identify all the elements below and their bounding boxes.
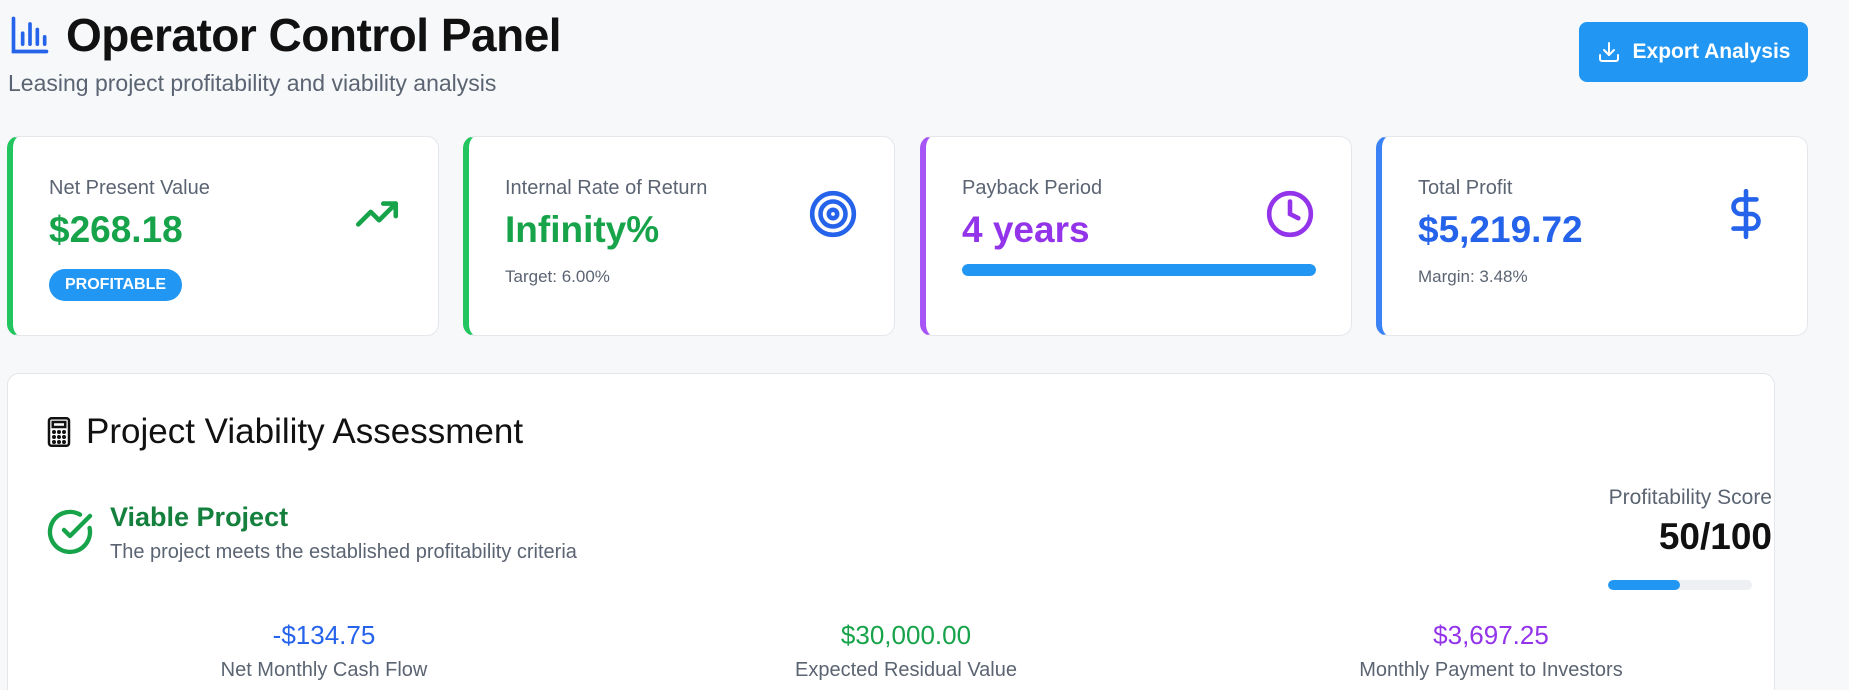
dollar-icon — [1731, 189, 1761, 239]
score-label: Profitability Score — [1608, 486, 1772, 509]
page-title: Operator Control Panel — [66, 9, 562, 61]
viability-assessment-panel: Project Viability Assessment Viable Proj… — [7, 373, 1775, 690]
score-progress-fill — [1608, 580, 1680, 590]
kpi-label: Payback Period — [962, 177, 1103, 199]
metric-label: Monthly Payment to Investors — [1359, 659, 1623, 681]
metric-net-monthly-cash-flow: -$134.75 Net Monthly Cash Flow — [124, 620, 524, 682]
score-progress-bar — [1608, 580, 1752, 590]
panel-title-row: Project Viability Assessment — [46, 412, 523, 452]
check-circle-icon — [47, 509, 93, 555]
metric-value: $3,697.25 — [1433, 620, 1549, 650]
kpi-value: $268.18 — [49, 209, 183, 250]
kpi-target: Target: 6.00% — [505, 267, 610, 286]
kpi-label: Total Profit — [1418, 177, 1513, 199]
profitability-score: Profitability Score 50/100 — [1512, 486, 1772, 590]
metric-label: Net Monthly Cash Flow — [220, 659, 428, 681]
status-title: Viable Project — [110, 502, 289, 532]
kpi-card-irr: Internal Rate of Return Infinity% Target… — [463, 136, 895, 336]
status-description: The project meets the established profit… — [110, 541, 577, 563]
viability-status: Viable Project The project meets the est… — [46, 502, 577, 564]
kpi-value: 4 years — [962, 209, 1090, 250]
status-badge: PROFITABLE — [49, 269, 183, 301]
clock-icon — [1266, 190, 1314, 238]
page-subtitle: Leasing project profitability and viabil… — [8, 70, 497, 96]
kpi-value: $5,219.72 — [1418, 209, 1583, 250]
kpi-value: Infinity% — [505, 209, 660, 250]
metric-value: -$134.75 — [272, 620, 376, 650]
calculator-icon — [47, 417, 71, 447]
page-header: Operator Control Panel Leasing project p… — [8, 0, 1808, 110]
kpi-card-npv: Net Present Value $268.18 PROFITABLE — [7, 136, 439, 336]
status-text: Viable Project The project meets the est… — [110, 502, 577, 564]
bar-chart-icon — [11, 16, 49, 54]
kpi-card-payback: Payback Period 4 years — [920, 136, 1352, 336]
kpi-label: Internal Rate of Return — [505, 177, 708, 199]
metric-expected-residual-value: $30,000.00 Expected Residual Value — [706, 620, 1106, 682]
kpi-label: Net Present Value — [49, 177, 210, 199]
download-icon — [1598, 42, 1619, 62]
score-value: 50/100 — [1658, 516, 1772, 557]
export-analysis-button[interactable]: Export Analysis — [1579, 22, 1808, 82]
kpi-card-total-profit: Total Profit $5,219.72 Margin: 3.48% — [1376, 136, 1808, 336]
export-analysis-label: Export Analysis — [1632, 40, 1791, 63]
payback-progress-fill — [962, 264, 1316, 276]
target-icon — [809, 190, 857, 238]
metric-label: Expected Residual Value — [795, 659, 1017, 681]
metric-value: $30,000.00 — [840, 620, 972, 650]
panel-title: Project Viability Assessment — [86, 412, 524, 451]
payback-progress-bar — [962, 264, 1316, 276]
kpi-margin: Margin: 3.48% — [1418, 267, 1528, 286]
title-row: Operator Control Panel — [8, 8, 562, 62]
metric-monthly-payment-investors: $3,697.25 Monthly Payment to Investors — [1291, 620, 1691, 682]
trending-up-icon — [355, 201, 399, 227]
